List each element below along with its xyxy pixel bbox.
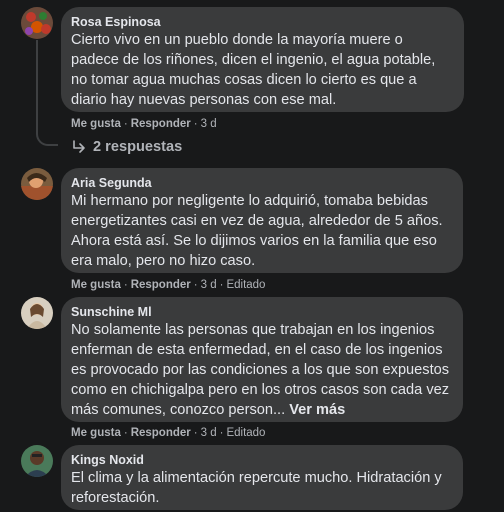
avatar[interactable] bbox=[21, 297, 53, 329]
edited-label: Editado bbox=[226, 279, 266, 291]
avatar[interactable] bbox=[21, 445, 53, 477]
like-button[interactable]: Me gusta bbox=[71, 118, 121, 130]
comment-actions: Me gusta · Responder · 3 d · Editado bbox=[71, 427, 266, 439]
comment-timestamp[interactable]: 3 d bbox=[201, 279, 217, 291]
comment-timestamp[interactable]: 3 d bbox=[201, 118, 217, 130]
comment-author[interactable]: Rosa Espinosa bbox=[71, 14, 452, 30]
thread-line bbox=[36, 40, 38, 130]
like-button[interactable]: Me gusta bbox=[71, 427, 121, 439]
reply-button[interactable]: Responder bbox=[131, 279, 191, 291]
comment-timestamp[interactable]: 3 d bbox=[201, 427, 217, 439]
reply-button[interactable]: Responder bbox=[131, 118, 191, 130]
comment-author[interactable]: Kings Noxid bbox=[71, 452, 451, 468]
reply-arrow-icon bbox=[73, 140, 85, 153]
comment-bubble: Sunschine Ml No solamente las personas q… bbox=[61, 297, 463, 422]
avatar[interactable] bbox=[21, 7, 53, 39]
comment-bubble: Kings Noxid El clima y la alimentación r… bbox=[61, 445, 463, 510]
comment-text: No solamente las personas que trabajan e… bbox=[71, 320, 451, 420]
comment-text: Cierto vivo en un pueblo donde la mayorí… bbox=[71, 32, 436, 108]
comment-bubble: Rosa Espinosa Cierto vivo en un pueblo d… bbox=[61, 7, 464, 112]
comment-text-body: No solamente las personas que trabajan e… bbox=[71, 322, 450, 418]
like-button[interactable]: Me gusta bbox=[71, 279, 121, 291]
reply-button[interactable]: Responder bbox=[131, 427, 191, 439]
comment-author[interactable]: Aria Segunda bbox=[71, 175, 451, 191]
comment-actions: Me gusta · Responder · 3 d bbox=[71, 118, 217, 130]
view-replies-button[interactable]: 2 respuestas bbox=[71, 138, 182, 156]
edited-label: Editado bbox=[226, 427, 266, 439]
replies-count-label: 2 respuestas bbox=[93, 139, 183, 155]
see-more-link[interactable]: Ver más bbox=[289, 402, 345, 418]
comment-author[interactable]: Sunschine Ml bbox=[71, 304, 451, 320]
comment-text: Mi hermano por negligente lo adquirió, t… bbox=[71, 193, 443, 269]
comment-text: El clima y la alimentación repercute muc… bbox=[71, 470, 442, 506]
avatar[interactable] bbox=[21, 168, 53, 200]
comment-actions: Me gusta · Responder · 3 d · Editado bbox=[71, 279, 266, 291]
comment-bubble: Aria Segunda Mi hermano por negligente l… bbox=[61, 168, 463, 273]
thread-connector bbox=[36, 128, 58, 146]
